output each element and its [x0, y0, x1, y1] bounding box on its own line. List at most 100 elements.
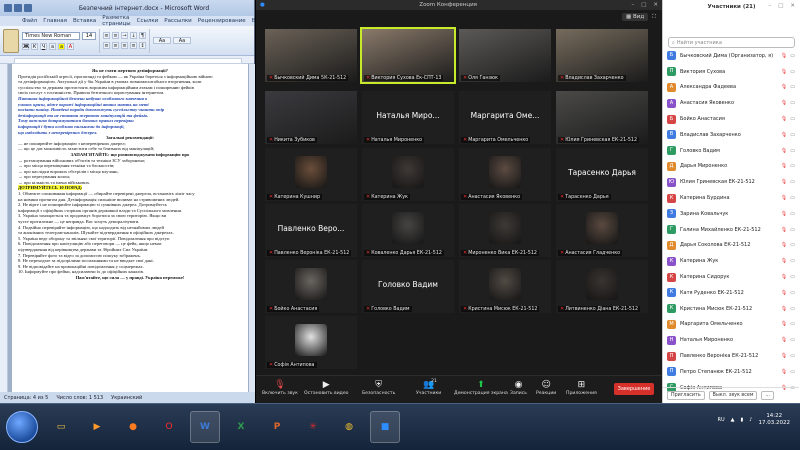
taskbar-explorer-icon[interactable]: ▭ [46, 411, 76, 443]
panel-popout-icon[interactable]: □ [778, 3, 783, 13]
participant-video-tile[interactable]: ✕ Анастасия Яковенко [459, 148, 551, 201]
taskbar-word-icon[interactable]: W [190, 411, 220, 443]
participant-row[interactable]: Б Бойко Анастасия 🎙 ▭ [663, 111, 799, 127]
participant-video-tile[interactable]: ✕ Кристина Мисюк ЕК-21-512 [459, 260, 551, 313]
panel-minimize-icon[interactable]: – [768, 3, 771, 13]
participant-row[interactable]: П Петро Степанюк ЕК-21-512 🎙 ▭ [663, 364, 799, 380]
participant-video-tile[interactable]: ✕ Мироненко Вика ЕК-21-512 [459, 204, 551, 257]
participant-row[interactable]: А Анастасия Яковенко 🎙 ▭ [663, 95, 799, 111]
clock[interactable]: 14:22 17.03.2022 [759, 413, 791, 427]
ribbon-tab[interactable]: Ссылки [137, 18, 159, 24]
save-icon[interactable] [4, 4, 12, 12]
underline-button[interactable]: Ч [40, 42, 47, 50]
participant-row[interactable]: П Павленко Вероніка ЕК-21-512 🎙 ▭ [663, 348, 799, 364]
volume-icon[interactable]: ♪ [749, 417, 752, 423]
start-button[interactable] [6, 411, 38, 443]
participant-video-tile[interactable]: ✕ Катерина Кушнир [265, 148, 357, 201]
view-button[interactable]: ▦ Вид [622, 13, 649, 21]
paste-button[interactable] [3, 28, 19, 53]
participant-video-tile[interactable]: ✕ Литвиненко Діана ЕК-21-512 [556, 260, 648, 313]
participant-video-tile[interactable]: ✕ Катерина Жук [362, 148, 454, 201]
more-button[interactable]: ... [761, 391, 775, 400]
ribbon-tab[interactable]: Вставка [73, 18, 96, 24]
participant-video-tile[interactable]: Павленко Веро... ✕ Павленко Вероніка ЕК-21… [265, 204, 357, 257]
participant-row[interactable]: П Виктория Сухова 🎙 ▭ [663, 64, 799, 80]
participant-video-tile[interactable]: Головко Вадим ✕ Головко Вадим [362, 260, 454, 313]
ribbon-tab[interactable]: Рассылки [164, 18, 192, 24]
participant-video-tile[interactable]: ✕ Оля Ганзюк [459, 29, 551, 82]
participant-row[interactable]: К Катерина Сидорук 🎙 ▭ [663, 269, 799, 285]
participant-row[interactable]: Г Головко Вадим 🎙 ▭ [663, 143, 799, 159]
style-heading[interactable]: Aa [173, 37, 191, 44]
ribbon-tab[interactable]: Главная [43, 18, 67, 24]
indent-button[interactable]: → [121, 32, 128, 39]
record-button[interactable]: ◉ Запись [510, 379, 527, 396]
participant-video-tile[interactable]: ✕ Юлия Гриневская ЕК-21-512 [556, 91, 648, 144]
end-meeting-button[interactable]: Завершение [614, 383, 654, 395]
participant-video-tile[interactable]: Маргарита Оме... ✕ Маргарита Омельченко [459, 91, 551, 144]
participant-row[interactable]: Д Дарья Мироненко 🎙 ▭ [663, 159, 799, 175]
vertical-scrollbar[interactable] [249, 64, 255, 392]
undo-icon[interactable] [14, 4, 22, 12]
participant-row[interactable]: К Катерина Бурдина 🎙 ▭ [663, 190, 799, 206]
panel-close-icon[interactable]: ✕ [790, 3, 795, 13]
taskbar-firefox-icon[interactable]: ● [118, 411, 148, 443]
bold-button[interactable]: Ж [22, 42, 29, 50]
minimize-icon[interactable]: – [631, 2, 634, 8]
justify-button[interactable]: ≡ [130, 42, 137, 49]
font-size-select[interactable]: 14 [82, 31, 96, 40]
highlight-button[interactable]: a [58, 42, 65, 50]
taskbar-powerpoint-icon[interactable]: P [262, 411, 292, 443]
participant-row[interactable]: К Катерина Жук 🎙 ▭ [663, 253, 799, 269]
bullets-button[interactable]: ≡ [103, 32, 110, 39]
participant-video-tile[interactable]: ✕ Коваленко Дарья ЕК-21-512 [362, 204, 454, 257]
mute-all-button[interactable]: Выкл. звук всем [708, 391, 758, 400]
redo-icon[interactable] [24, 4, 32, 12]
strikethrough-button[interactable]: a [49, 42, 56, 50]
show-hidden-icons-icon[interactable]: ▲ [731, 417, 735, 423]
participant-video-tile[interactable]: ✕ Владислав Захарченко [556, 29, 648, 82]
security-button[interactable]: ⛨ Безопасность [362, 379, 395, 396]
maximize-icon[interactable]: □ [641, 2, 646, 8]
taskbar-excel-icon[interactable]: X [226, 411, 256, 443]
participant-row[interactable]: Г Галина Михайленко ЕК-21-512 🎙 ▭ [663, 222, 799, 238]
participant-row[interactable]: Н Наталья Мироненко 🎙 ▭ [663, 332, 799, 348]
participant-video-tile[interactable]: ✕ Софія Антипова [265, 316, 357, 369]
participant-video-tile[interactable]: ✕ Бойко Анастасия [265, 260, 357, 313]
participant-video-tile[interactable]: ✕ Виктория Сухова Ек-СПТ-13 [360, 27, 456, 84]
participant-video-tile[interactable]: Наталья Миро... ✕ Наталья Мироненко [362, 91, 454, 144]
invite-button[interactable]: Пригласить [667, 391, 705, 400]
participant-video-tile[interactable]: ✕ Никита Зубиков [265, 91, 357, 144]
network-icon[interactable]: ▮ [741, 417, 744, 423]
participant-row[interactable]: К Кристина Мисюк ЕК-21-512 🎙 ▭ [663, 301, 799, 317]
font-name-select[interactable]: Times New Roman [22, 31, 80, 40]
style-normal[interactable]: Aa [153, 37, 171, 44]
taskbar-opera-icon[interactable]: O [154, 411, 184, 443]
participants-button[interactable]: 👥 21 Участники [416, 379, 441, 396]
align-center-button[interactable]: ≡ [112, 42, 119, 49]
ribbon-tab[interactable]: Разметка страницы [102, 15, 130, 27]
font-color-button[interactable]: A [67, 42, 74, 50]
participant-row[interactable]: К Катя Руденко ЕК-21-512 🎙 ▭ [663, 285, 799, 301]
participant-search-input[interactable]: ⌕ Найти участника [668, 37, 795, 48]
ribbon-tab[interactable]: Рецензирование [198, 18, 246, 24]
apps-button[interactable]: ⊞ Приложения [566, 379, 597, 396]
participant-row[interactable]: А Александра Фадеева 🎙 ▭ [663, 80, 799, 96]
share-screen-button[interactable]: ⬆ Демонстрация экрана [454, 379, 508, 396]
align-right-button[interactable]: ≡ [121, 42, 128, 49]
taskbar-zoom-icon[interactable]: ■ [370, 411, 400, 443]
participant-row[interactable]: Ю Юлия Гриневская ЕК-21-512 🎙 ▭ [663, 174, 799, 190]
participant-video-tile[interactable]: ✕ Бычковский Дима 5К-21-512 [265, 29, 357, 82]
participant-row[interactable]: Б Бычковский Дима (Организатор, я) 🎙 ▭ [663, 48, 799, 64]
participant-row[interactable]: З Зарина Ковальчук 🎙 ▭ [663, 206, 799, 222]
align-left-button[interactable]: ≡ [103, 42, 110, 49]
participant-row[interactable]: В Владислав Захарченко 🎙 ▭ [663, 127, 799, 143]
fullscreen-icon[interactable]: ⛶ [652, 14, 656, 21]
reactions-button[interactable]: ☺ Реакции [536, 379, 556, 396]
document-page[interactable]: Як не стати жертвою дезінформації? Проти… [12, 64, 248, 392]
participant-row[interactable]: М Маргарита Омельченко 🎙 ▭ [663, 317, 799, 333]
unmute-button[interactable]: 🎙 Включить звук [262, 379, 298, 396]
stop-video-button[interactable]: ▶ Остановить видео [304, 379, 349, 396]
close-icon[interactable]: ✕ [653, 2, 658, 8]
sort-button[interactable]: ↓ [130, 32, 137, 39]
